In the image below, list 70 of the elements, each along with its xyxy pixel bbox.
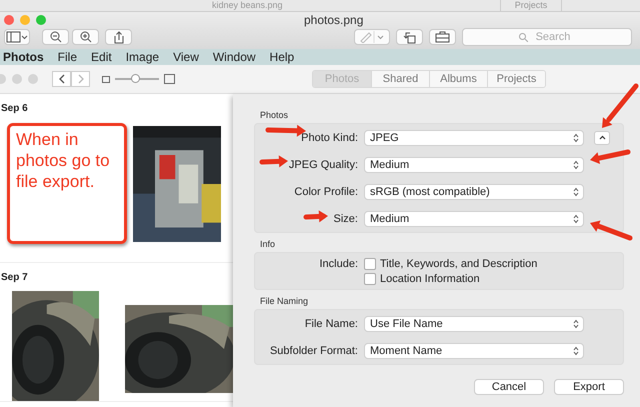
zoom-in-icon bbox=[80, 31, 92, 43]
tab[interactable]: Albums bbox=[429, 71, 487, 87]
back-button[interactable] bbox=[52, 71, 71, 87]
stepper-icon bbox=[573, 214, 579, 224]
zoom-out-button[interactable] bbox=[42, 29, 69, 45]
window-title: kidney beans.png bbox=[212, 0, 283, 11]
menu-item[interactable]: Image bbox=[126, 50, 160, 64]
sidebar-button[interactable] bbox=[4, 29, 30, 45]
search-icon bbox=[519, 33, 528, 42]
tab[interactable]: Projects bbox=[487, 71, 545, 87]
dropdown[interactable]: sRGB (most compatible) bbox=[364, 184, 584, 200]
markup-button[interactable] bbox=[354, 29, 390, 45]
rotate-icon bbox=[403, 30, 416, 44]
close-button[interactable] bbox=[4, 14, 14, 24]
large-photo-icon bbox=[164, 74, 175, 84]
field-label: Color Profile: bbox=[294, 186, 358, 198]
menu-item[interactable]: View bbox=[173, 50, 199, 64]
minimize-button[interactable] bbox=[20, 14, 30, 24]
stepper-icon bbox=[573, 186, 579, 196]
dialog-button[interactable]: Cancel bbox=[474, 379, 544, 395]
date-heading: Sep 6 bbox=[0, 102, 28, 114]
stepper-icon bbox=[573, 318, 579, 328]
section-title: Photos bbox=[260, 110, 290, 120]
field-label: Subfolder Format: bbox=[270, 344, 358, 356]
zoom-button[interactable] bbox=[36, 14, 46, 24]
tab[interactable]: Shared bbox=[371, 71, 429, 87]
checkbox-label: Location Information bbox=[380, 272, 480, 284]
caret-icon bbox=[598, 135, 606, 140]
menu-item[interactable]: Help bbox=[270, 50, 294, 64]
small-photo-icon bbox=[102, 75, 110, 83]
dropdown[interactable]: Medium bbox=[364, 156, 584, 172]
callout-text: When in photos go to file export. bbox=[16, 129, 111, 192]
menu-item[interactable]: File bbox=[58, 50, 78, 64]
chevron-right-icon bbox=[78, 74, 84, 84]
window-title: photos.png bbox=[304, 12, 364, 26]
chevron-left-icon bbox=[58, 74, 64, 84]
search-field[interactable]: Search bbox=[462, 28, 632, 46]
section-title: Info bbox=[260, 239, 276, 249]
field-label: Include: bbox=[319, 258, 358, 270]
dropdown[interactable]: JPEG bbox=[364, 130, 584, 146]
sidebar-icon bbox=[6, 31, 28, 43]
field-label: File Name: bbox=[304, 318, 358, 330]
field-label: JPEG Quality: bbox=[288, 158, 358, 170]
date-heading: Sep 7 bbox=[0, 271, 28, 283]
menu-item[interactable]: Edit bbox=[91, 50, 112, 64]
dropdown[interactable]: Use File Name bbox=[364, 316, 584, 332]
menu-item[interactable]: Window bbox=[212, 50, 256, 64]
section-title: File Naming bbox=[260, 296, 310, 306]
checkbox-label: Title, Keywords, and Description bbox=[380, 258, 538, 270]
zoom-out-icon bbox=[50, 31, 62, 43]
checkbox[interactable] bbox=[364, 272, 376, 284]
field-label: Size: bbox=[334, 212, 358, 224]
dropdown[interactable]: Moment Name bbox=[364, 342, 584, 358]
stepper-icon bbox=[573, 346, 579, 356]
share-icon bbox=[114, 30, 124, 44]
pen-icon bbox=[359, 31, 385, 43]
toolbox-icon bbox=[435, 31, 450, 43]
field-label: Photo Kind: bbox=[301, 132, 358, 144]
zoom-in-button[interactable] bbox=[72, 29, 99, 45]
stepper-icon bbox=[573, 160, 579, 170]
rotate-button[interactable] bbox=[396, 29, 423, 45]
share-button[interactable] bbox=[105, 29, 132, 45]
stepper-icon bbox=[573, 132, 579, 142]
dialog-button[interactable]: Export bbox=[554, 379, 624, 395]
slider-thumb[interactable] bbox=[130, 74, 140, 83]
dropdown[interactable]: Medium bbox=[364, 210, 584, 226]
toolbox-button[interactable] bbox=[429, 29, 456, 45]
menu-item[interactable]: Photos bbox=[3, 50, 44, 64]
disclosure-button[interactable] bbox=[594, 130, 610, 144]
checkbox[interactable] bbox=[364, 258, 376, 270]
